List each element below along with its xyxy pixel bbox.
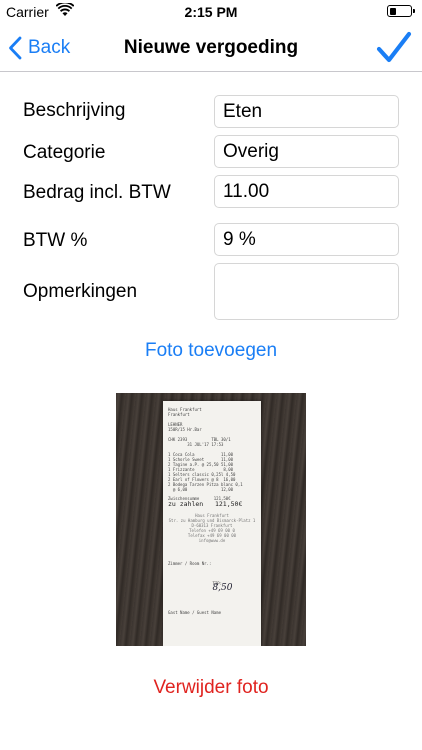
notes-label: Opmerkingen <box>23 281 138 302</box>
clock: 2:15 PM <box>184 4 238 20</box>
receipt-line: @ 6,00 12,00 <box>168 487 234 492</box>
battery-level <box>389 7 397 15</box>
receipt-photo: Haus Frankfurt Frankfurt LEHNER 150R/15 Hr… <box>116 393 306 646</box>
category-field[interactable] <box>214 135 399 168</box>
amount-field[interactable] <box>214 175 399 208</box>
status-bar: Carrier 2:15 PM <box>0 0 422 24</box>
receipt-footer: Haus Frankfurt Str. zu Hamburg und Bismar… <box>168 513 256 543</box>
vat-field[interactable] <box>214 223 399 256</box>
amount-label: Bedrag incl. BTW <box>23 182 171 203</box>
receipt-lines: Haus Frankfurt Frankfurt LEHNER 150R/15 Hr… <box>168 407 256 492</box>
page-title: Nieuwe vergoeding <box>123 37 299 58</box>
battery-icon <box>387 5 415 17</box>
receipt-footer-line: info@www.de <box>198 538 226 543</box>
description-field[interactable] <box>214 95 399 128</box>
receipt-tip: TIP: 8,50 <box>168 576 256 596</box>
receipt-paper: Haus Frankfurt Frankfurt LEHNER 150R/15 Hr… <box>163 401 261 646</box>
add-photo-button[interactable]: Foto toevoegen <box>0 340 422 362</box>
checkmark-icon[interactable] <box>376 30 412 66</box>
navigation-bar: Back Nieuwe vergoeding <box>0 24 422 72</box>
receipt-tip-value: 8,50 <box>212 583 233 593</box>
receipt-room: Zimmer / Room Nr.: <box>168 561 212 566</box>
description-label: Beschrijving <box>23 100 126 121</box>
receipt-total: zu zahlen 121,50€ <box>168 501 243 508</box>
category-label: Categorie <box>23 142 106 163</box>
vat-label: BTW % <box>23 230 88 251</box>
delete-photo-button[interactable]: Verwijder foto <box>0 677 422 699</box>
receipt-guest: Gast Name / Guest Name <box>168 610 221 615</box>
notes-field[interactable] <box>214 263 399 320</box>
